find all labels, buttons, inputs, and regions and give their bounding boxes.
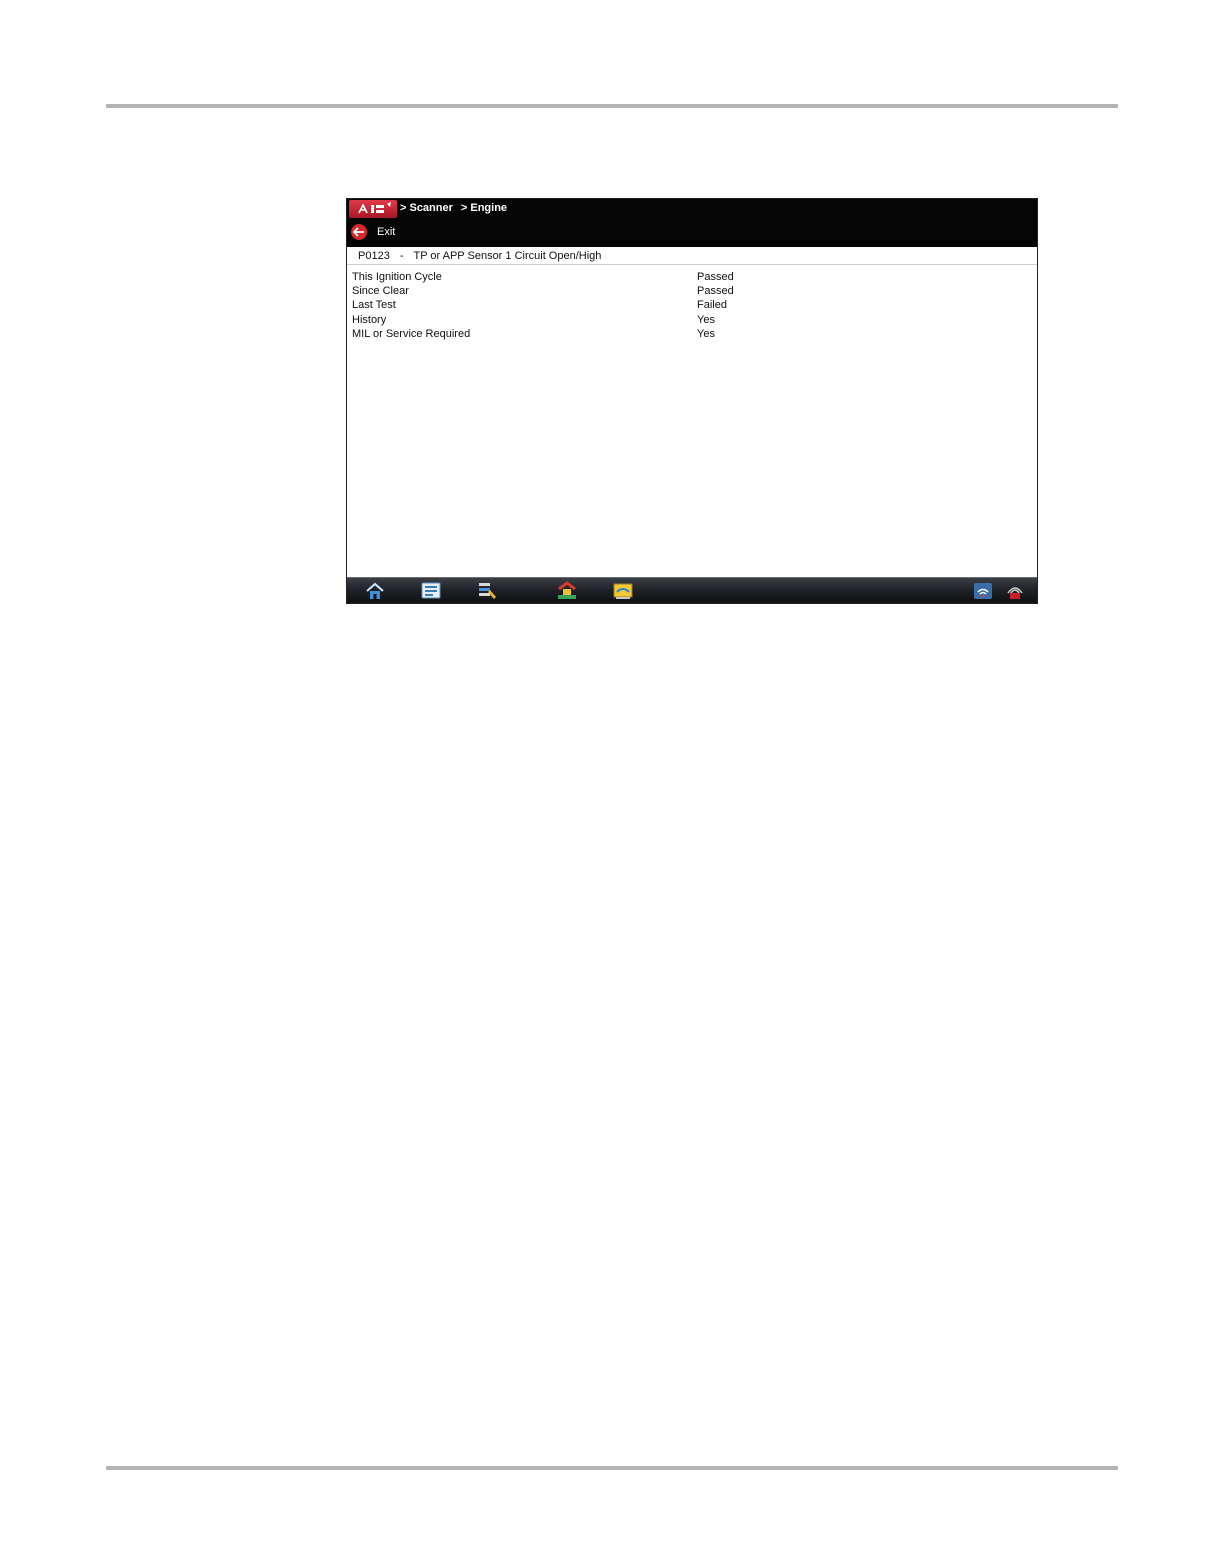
breadcrumb-engine[interactable]: > Engine (461, 201, 507, 215)
status-label: Since Clear (352, 285, 409, 298)
status-label: This Ignition Cycle (352, 271, 442, 283)
status-value: Yes (697, 313, 715, 326)
status-label: MIL or Service Required (352, 327, 471, 340)
exit-label: Exit (377, 226, 396, 238)
status-row: Last Test Failed (352, 299, 1032, 313)
data-manager-icon[interactable] (611, 580, 635, 602)
back-arrow-icon (351, 224, 367, 240)
dtc-separator: - (399, 249, 404, 262)
tools-icon[interactable] (475, 580, 499, 602)
snap-on-logo-icon[interactable] (349, 200, 397, 218)
vehicle-connection-icon[interactable] (1003, 580, 1027, 602)
page-footer-rule (106, 1466, 1118, 1470)
status-row: Since Clear Passed (352, 285, 1032, 299)
scanner-screen: > Scanner > Engine Exit P0123 - TP or AP… (346, 198, 1038, 604)
status-value: Passed (697, 285, 734, 298)
exit-button[interactable]: Exit (351, 223, 395, 241)
status-list: This Ignition Cycle Passed Since Clear P… (352, 271, 1032, 342)
status-value: Passed (697, 271, 734, 283)
toolbar (347, 577, 1037, 603)
status-row: This Ignition Cycle Passed (352, 271, 1032, 285)
wifi-connection-icon[interactable] (971, 580, 995, 602)
page-header-rule (106, 104, 1118, 108)
dtc-code: P0123 (358, 249, 390, 262)
breadcrumb-scanner[interactable]: > Scanner (400, 201, 453, 215)
status-row: History Yes (352, 314, 1032, 328)
divider (347, 264, 1037, 265)
status-row: MIL or Service Required Yes (352, 328, 1032, 342)
vehicle-id-icon[interactable] (419, 580, 443, 602)
title-bar: > Scanner > Engine Exit (347, 199, 1037, 247)
dtc-header: P0123 - TP or APP Sensor 1 Circuit Open/… (347, 247, 1037, 264)
status-label: History (352, 313, 387, 326)
dtc-description: TP or APP Sensor 1 Circuit Open/High (413, 249, 602, 262)
status-label: Last Test (352, 299, 396, 312)
shop-icon[interactable] (555, 580, 579, 602)
status-value: Yes (697, 327, 715, 340)
home-icon[interactable] (363, 580, 387, 602)
status-value: Failed (697, 299, 727, 312)
breadcrumb: > Scanner > Engine (400, 201, 507, 215)
